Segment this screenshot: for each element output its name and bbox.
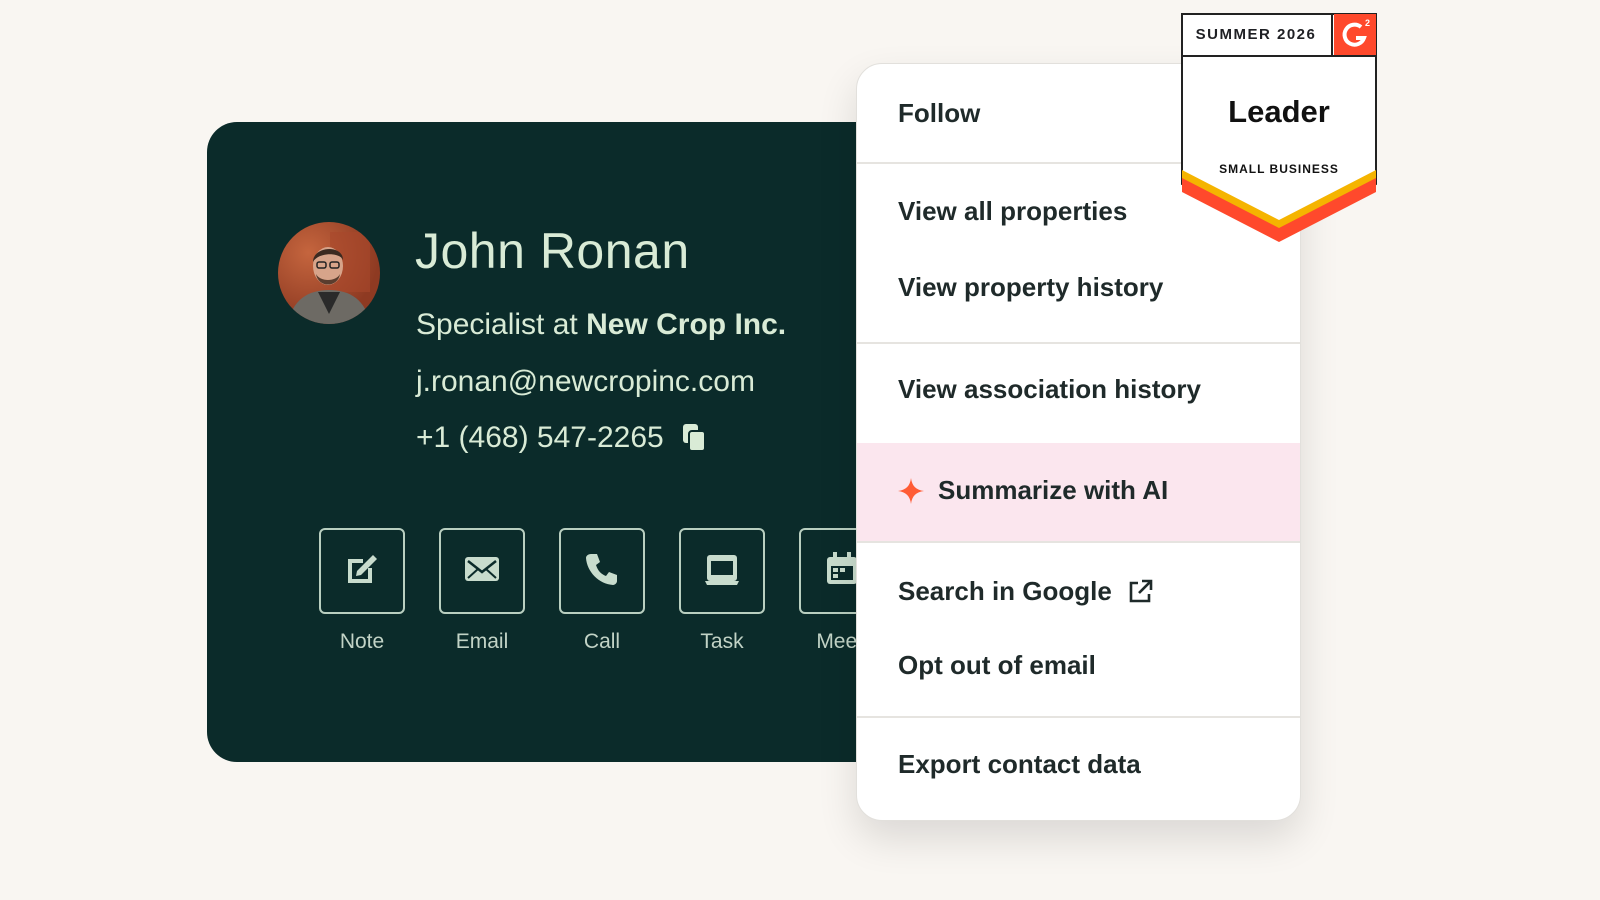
note-button[interactable] xyxy=(319,528,405,614)
contact-title: Specialist at New Crop Inc. xyxy=(416,308,786,342)
phone-number[interactable]: +1 (468) 547-2265 xyxy=(416,421,664,455)
contact-name: John Ronan xyxy=(415,223,690,279)
search-google-label: Search in Google xyxy=(898,576,1112,606)
action-bar: Note Email Call Task Meeti xyxy=(319,528,885,654)
menu-item-view-association-history[interactable]: View association history xyxy=(898,374,1201,405)
action-call[interactable]: Call xyxy=(559,528,645,654)
avatar xyxy=(278,222,380,324)
copy-icon[interactable] xyxy=(682,424,706,452)
g2-logo-icon: 2 xyxy=(1334,14,1376,55)
menu-item-view-property-history[interactable]: View property history xyxy=(898,272,1163,303)
external-link-icon xyxy=(1126,578,1154,606)
contact-email[interactable]: j.ronan@newcropinc.com xyxy=(416,365,755,399)
menu-item-view-all-properties[interactable]: View all properties xyxy=(898,196,1127,227)
email-label: Email xyxy=(455,630,509,653)
email-button[interactable] xyxy=(439,528,525,614)
email-icon xyxy=(463,554,501,589)
action-task[interactable]: Task xyxy=(679,528,765,654)
menu-divider xyxy=(857,342,1300,344)
badge-subtitle: SMALL BUSINESS xyxy=(1219,162,1339,176)
task-label: Task xyxy=(700,630,744,653)
company-name: New Crop Inc. xyxy=(586,308,787,341)
menu-item-export-contact[interactable]: Export contact data xyxy=(898,749,1141,780)
contact-card: John Ronan Specialist at New Crop Inc. j… xyxy=(207,122,907,762)
g2-badge: SUMMER 2026 2 Leader SMALL BUSINESS xyxy=(1180,12,1378,242)
badge-title: Leader xyxy=(1228,94,1330,129)
note-label: Note xyxy=(339,630,385,653)
call-label: Call xyxy=(583,630,621,653)
call-icon xyxy=(583,550,621,593)
summarize-ai-label: Summarize with AI xyxy=(938,475,1169,505)
task-icon xyxy=(703,551,741,592)
sparkle-icon xyxy=(898,477,924,504)
action-email[interactable]: Email xyxy=(439,528,525,654)
menu-item-follow[interactable]: Follow xyxy=(898,98,980,129)
menu-divider xyxy=(857,541,1300,543)
menu-item-search-google[interactable]: Search in Google xyxy=(898,576,1154,607)
note-icon xyxy=(343,550,381,593)
task-button[interactable] xyxy=(679,528,765,614)
contact-phone: +1 (468) 547-2265 xyxy=(416,421,706,455)
badge-season: SUMMER 2026 xyxy=(1195,25,1317,43)
menu-item-summarize-ai[interactable]: Summarize with AI xyxy=(898,475,1168,506)
action-note[interactable]: Note xyxy=(319,528,405,654)
menu-item-opt-out-email[interactable]: Opt out of email xyxy=(898,650,1096,681)
menu-divider xyxy=(857,716,1300,718)
title-prefix: Specialist at xyxy=(416,308,587,341)
svg-text:2: 2 xyxy=(1365,18,1370,28)
call-button[interactable] xyxy=(559,528,645,614)
